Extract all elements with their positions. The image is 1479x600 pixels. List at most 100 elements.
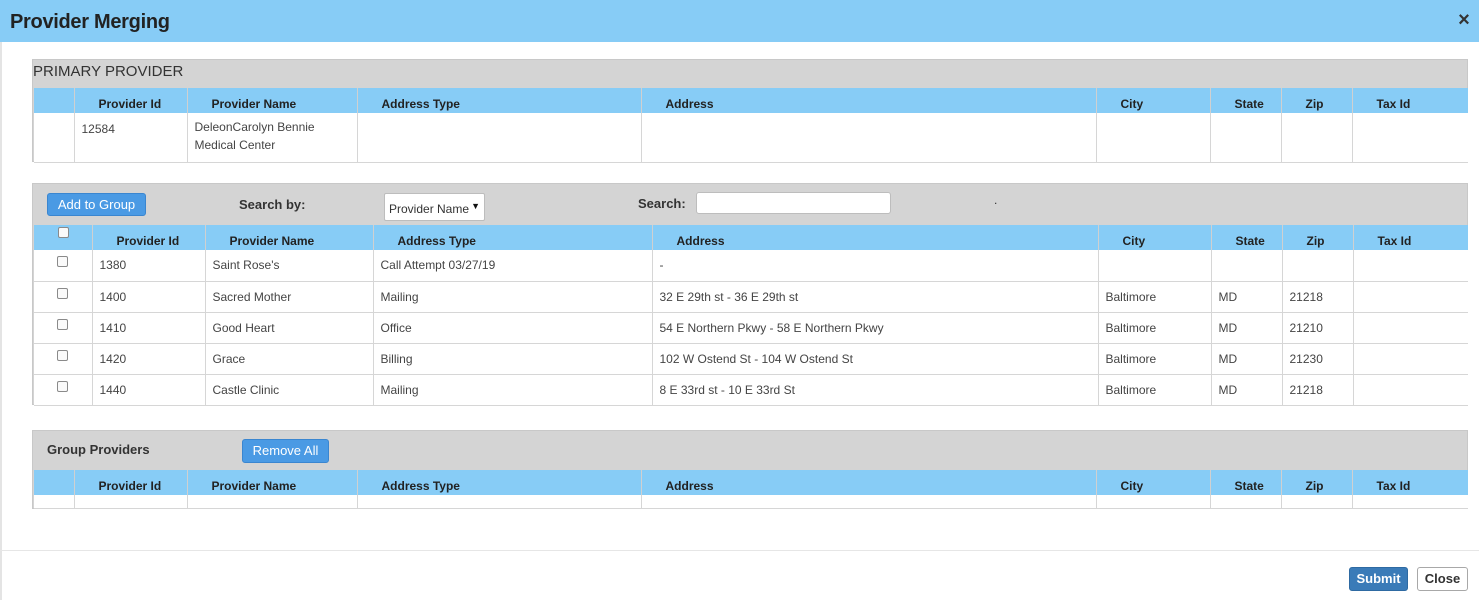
empty-cell: [356, 495, 641, 509]
tax-id-cell: [1352, 312, 1468, 344]
close-button[interactable]: Close: [1417, 567, 1468, 591]
add-to-group-button[interactable]: Add to Group: [47, 193, 146, 216]
zip-cell: [1281, 250, 1353, 282]
row-checkbox[interactable]: [57, 256, 68, 267]
row-select-cell: [34, 281, 92, 313]
provider-id-cell: 1420: [91, 343, 205, 375]
city-cell: [1097, 250, 1211, 282]
row-checkbox[interactable]: [57, 380, 68, 392]
address-cell: 102 W Ostend St - 104 W Ostend St: [651, 343, 1098, 375]
search-by-select[interactable]: Provider Name ▼: [384, 193, 485, 221]
dialog-titlebar: Provider Merging ×: [0, 0, 1479, 42]
tax-id-cell: [1352, 281, 1468, 313]
column-header-provider-name[interactable]: Provider Name: [186, 470, 357, 495]
state-cell: MD: [1210, 343, 1282, 375]
state-cell: MD: [1210, 281, 1282, 313]
table-row[interactable]: 1440 Castle Clinic Mailing 8 E 33rd st -…: [34, 374, 1468, 406]
provider-name-cell: Castle Clinic: [204, 374, 373, 406]
column-header-address-type[interactable]: Address Type: [356, 88, 641, 113]
provider-name-cell: DeleonCarolyn Bennie Medical Center: [186, 113, 357, 163]
remove-all-button[interactable]: Remove All: [242, 439, 329, 463]
search-panel: Add to Group Search by: Provider Name ▼ …: [32, 183, 1468, 406]
column-header-address[interactable]: Address: [640, 88, 1096, 113]
column-header-state[interactable]: State: [1209, 470, 1281, 495]
column-header-address[interactable]: Address: [640, 470, 1096, 495]
address-type-cell: Office: [372, 312, 652, 344]
provider-name-line: DeleonCarolyn Bennie: [194, 120, 315, 134]
search-by-label: Search by:: [239, 197, 306, 212]
column-header-city[interactable]: City: [1095, 470, 1210, 495]
column-header-provider-id[interactable]: Provider Id: [73, 470, 187, 495]
zip-cell: 21230: [1281, 343, 1353, 375]
address-cell: [640, 113, 1096, 163]
city-cell: [1095, 113, 1210, 163]
column-header-address-type[interactable]: Address Type: [372, 225, 652, 250]
search-status-dot: .: [994, 193, 998, 207]
group-providers-panel: Group Providers Remove All Provider Id P…: [32, 430, 1468, 509]
column-header-provider-name[interactable]: Provider Name: [186, 88, 357, 113]
dialog-title: Provider Merging: [10, 11, 170, 33]
state-cell: [1210, 250, 1282, 282]
column-header-address[interactable]: Address: [651, 225, 1098, 250]
search-results-table: Provider Id Provider Name Address Type A…: [34, 225, 1468, 406]
address-type-cell: Mailing: [372, 281, 652, 313]
empty-cell: [640, 495, 1096, 509]
empty-cell: [34, 495, 74, 509]
address-cell: 32 E 29th st - 36 E 29th st: [651, 281, 1098, 313]
table-row[interactable]: 1400 Sacred Mother Mailing 32 E 29th st …: [34, 281, 1468, 313]
column-header-provider-id[interactable]: Provider Id: [73, 88, 187, 113]
address-type-cell: Mailing: [372, 374, 652, 406]
city-cell: Baltimore: [1097, 312, 1211, 344]
column-header-tax-id[interactable]: Tax Id: [1351, 88, 1468, 113]
column-header-zip[interactable]: Zip: [1280, 88, 1352, 113]
column-header-provider-name[interactable]: Provider Name: [204, 225, 373, 250]
primary-provider-table: Provider Id Provider Name Address Type A…: [34, 88, 1468, 163]
column-header-city[interactable]: City: [1097, 225, 1211, 250]
search-input[interactable]: [696, 192, 891, 214]
address-cell: 54 E Northern Pkwy - 58 E Northern Pkwy: [651, 312, 1098, 344]
dialog-left-border: [0, 42, 2, 600]
table-row[interactable]: 1420 Grace Billing 102 W Ostend St - 104…: [34, 343, 1468, 375]
column-header-tax-id[interactable]: Tax Id: [1351, 470, 1468, 495]
zip-cell: 21218: [1281, 374, 1353, 406]
row-checkbox[interactable]: [57, 318, 68, 330]
empty-cell: [1209, 495, 1281, 509]
search-header-row: Provider Id Provider Name Address Type A…: [34, 225, 1468, 250]
group-providers-heading: Group Providers: [47, 442, 150, 457]
table-row[interactable]: 1380 Saint Rose's Call Attempt 03/27/19 …: [34, 250, 1468, 282]
table-row[interactable]: 1410 Good Heart Office 54 E Northern Pkw…: [34, 312, 1468, 344]
tax-id-cell: [1352, 343, 1468, 375]
column-header-address-type[interactable]: Address Type: [356, 470, 641, 495]
select-cell: [34, 113, 74, 163]
column-header-tax-id[interactable]: Tax Id: [1352, 225, 1468, 250]
row-checkbox[interactable]: [57, 287, 68, 299]
row-select-cell: [34, 343, 92, 375]
row-select-cell: [34, 312, 92, 344]
column-header-provider-id[interactable]: Provider Id: [91, 225, 205, 250]
empty-cell: [1280, 495, 1352, 509]
city-cell: Baltimore: [1097, 281, 1211, 313]
provider-id-cell: 1440: [91, 374, 205, 406]
submit-button[interactable]: Submit: [1349, 567, 1408, 591]
column-header-zip[interactable]: Zip: [1280, 470, 1352, 495]
close-icon[interactable]: ×: [1453, 8, 1475, 32]
row-checkbox[interactable]: [57, 349, 68, 361]
primary-provider-panel: PRIMARY PROVIDER Provider Id Provider Na…: [32, 59, 1468, 163]
provider-name-cell: Grace: [204, 343, 373, 375]
city-cell: Baltimore: [1097, 343, 1211, 375]
state-cell: MD: [1210, 374, 1282, 406]
table-row[interactable]: 12584 DeleonCarolyn Bennie Medical Cente…: [34, 113, 1468, 163]
address-type-cell: Billing: [372, 343, 652, 375]
group-providers-table: Provider Id Provider Name Address Type A…: [34, 470, 1468, 509]
column-header-zip[interactable]: Zip: [1281, 225, 1353, 250]
provider-id-cell: 1410: [91, 312, 205, 344]
select-all-checkbox[interactable]: [58, 227, 69, 238]
tax-id-cell: [1351, 113, 1468, 163]
search-label: Search:: [638, 196, 686, 211]
search-by-value: Provider Name: [389, 202, 470, 216]
column-header-city[interactable]: City: [1095, 88, 1210, 113]
empty-cell: [1095, 495, 1210, 509]
column-header-state[interactable]: State: [1209, 88, 1281, 113]
column-header-state[interactable]: State: [1210, 225, 1282, 250]
provider-id-cell: 12584: [73, 113, 187, 163]
